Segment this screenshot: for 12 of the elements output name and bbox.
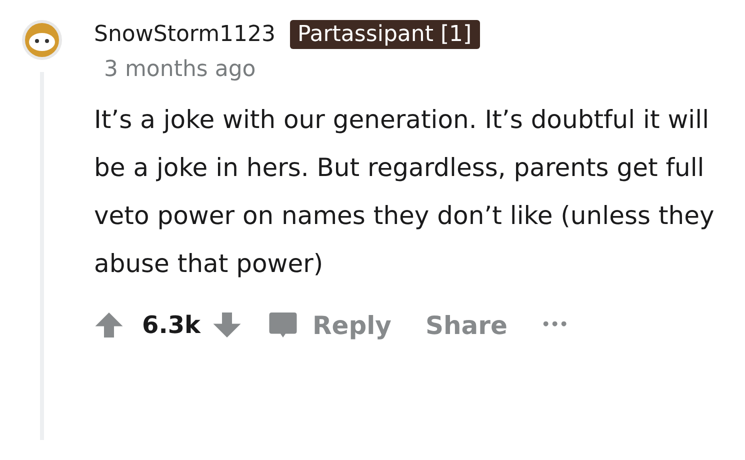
- comment-text: It’s a joke with our generation. It’s doubtful it will be a joke in hers. But regardless, parents get full veto power on names they don’t like (unless they abuse that power): [94, 104, 716, 280]
- username[interactable]: SnowStorm1123: [94, 22, 276, 47]
- downvote-icon[interactable]: [212, 310, 242, 340]
- avatar-icon: [22, 20, 62, 60]
- share-button[interactable]: Share: [417, 306, 516, 344]
- timestamp[interactable]: 3 months ago: [104, 57, 745, 82]
- more-button[interactable]: •••: [533, 313, 576, 337]
- user-flair: Partassipant [1]: [290, 20, 480, 49]
- comment-icon: [268, 310, 298, 340]
- upvote-icon[interactable]: [94, 310, 124, 340]
- reply-button[interactable]: Reply: [260, 306, 400, 344]
- vote-count: 6.3k: [142, 311, 200, 339]
